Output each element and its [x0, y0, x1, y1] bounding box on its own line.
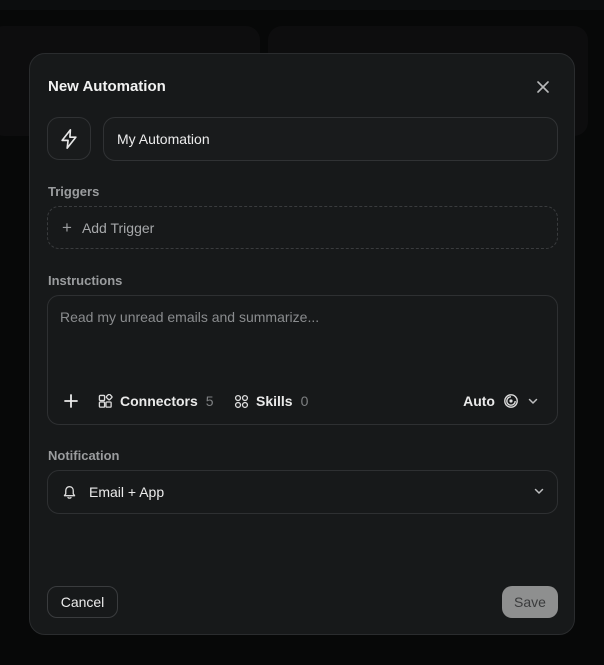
notification-select[interactable]: Email + App [47, 470, 558, 514]
instructions-label: Instructions [48, 273, 123, 288]
connectors-button[interactable]: Connectors 5 [98, 392, 214, 410]
notification-label: Notification [48, 448, 120, 463]
skills-button[interactable]: Skills 0 [234, 392, 308, 410]
skills-label: Skills [256, 393, 293, 409]
connectors-count: 5 [205, 393, 214, 409]
add-trigger-button[interactable]: + Add Trigger [47, 206, 558, 249]
triggers-label: Triggers [48, 184, 100, 199]
close-button[interactable] [534, 78, 552, 96]
add-trigger-label: Add Trigger [81, 219, 155, 236]
model-icon [504, 394, 518, 408]
model-label: Auto [463, 393, 495, 409]
cancel-button[interactable]: Cancel [47, 586, 118, 618]
lightning-icon [61, 128, 77, 149]
automation-name-input[interactable] [103, 117, 558, 161]
instructions-textarea[interactable] [48, 296, 557, 376]
save-button[interactable]: Save [502, 586, 558, 618]
add-attachment-button[interactable] [62, 392, 80, 410]
chevron-down-icon [528, 398, 538, 404]
notification-value: Email + App [89, 484, 165, 500]
instructions-editor: Connectors 5 Skills 0 Auto [47, 295, 558, 425]
plus-icon: + [62, 218, 72, 237]
skills-count: 0 [300, 393, 309, 409]
background-top-bar [0, 0, 604, 10]
dialog-title: New Automation [48, 78, 166, 95]
close-icon [537, 81, 549, 93]
new-automation-dialog: New Automation Triggers + Add Trigger In… [29, 53, 575, 635]
bell-icon [63, 485, 76, 499]
plus-icon [64, 394, 78, 408]
connectors-icon [98, 393, 113, 408]
chevron-down-icon [534, 488, 544, 494]
skills-icon [234, 394, 249, 408]
connectors-label: Connectors [120, 393, 198, 409]
model-selector[interactable]: Auto [463, 392, 539, 410]
automation-icon-picker[interactable] [47, 117, 91, 160]
